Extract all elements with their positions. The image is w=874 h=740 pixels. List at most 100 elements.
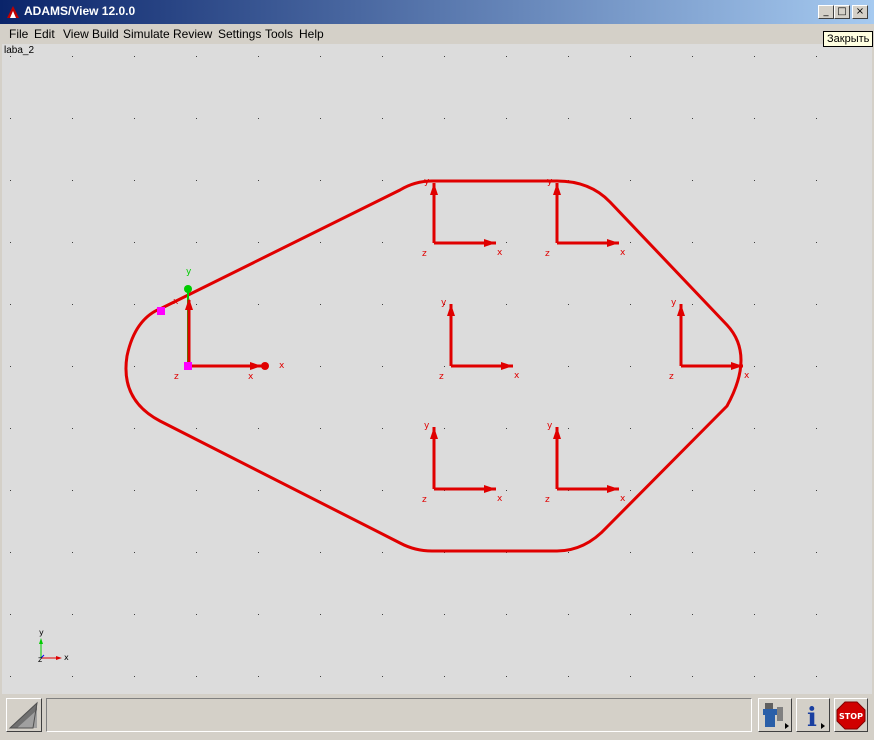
view-triad-y-arrow [39,638,43,644]
marker-top-right-x-arrow [607,239,619,247]
marker-bottom-right-y-label: y [547,421,553,431]
view-triad-x-arrow [56,656,62,660]
grid-dot [444,428,445,429]
stop-button[interactable]: STOP [834,698,868,732]
grid-dot [196,304,197,305]
grid-dot [630,118,631,119]
grid-dot [258,118,259,119]
marker-right-y-arrow [677,304,685,316]
close-button[interactable]: × [852,5,868,19]
grid-dot [196,428,197,429]
menu-settings[interactable]: Settings [218,27,261,41]
grid-dot [568,428,569,429]
grid-dot [72,304,73,305]
grid-dot [630,614,631,615]
grid-dot [134,366,135,367]
grid-dot [568,118,569,119]
grid-dot [320,366,321,367]
grid-dot [258,428,259,429]
menu-review[interactable]: Review [173,27,212,41]
menu-bar: File Edit View Build Simulate Review Set… [0,24,874,44]
grid-dot [692,304,693,305]
grid-dot [382,56,383,57]
hotpoint-x-label: x [173,297,179,307]
marker-right-x-label: x [744,371,750,381]
marker-top-left-x-label: x [497,248,503,258]
adams-logo-button[interactable] [6,698,42,732]
grid-dot [506,56,507,57]
grid-dot [568,552,569,553]
grid-dot [382,490,383,491]
grid-dot [754,490,755,491]
menu-build[interactable]: Build [92,27,119,41]
menu-view[interactable]: View [63,27,89,41]
marker-top-right-y-label: y [547,177,553,187]
grid-dot [382,366,383,367]
grid-dot [196,676,197,677]
grid-dot [10,366,11,367]
info-button[interactable]: i [796,698,830,733]
grid-dot [320,56,321,57]
grid-dot [258,56,259,57]
grid-dot [754,552,755,553]
grid-dot [10,56,11,57]
marker-bottom-right-x-arrow [607,485,619,493]
marker-top-left-y-label: y [424,177,430,187]
grid-dot [692,118,693,119]
grid-dot [258,552,259,553]
grid-dot [258,304,259,305]
graphics-viewport[interactable]: y x z y x z y x z y x z y x z y x z y x x z x y x z [2,44,872,694]
grid-dot [816,304,817,305]
title-bar[interactable]: ADAMS/View 12.0.0 _ □ × [0,0,874,24]
model-scene[interactable]: y x z y x z y x z y x z y x z y x z y x x z x y x z [2,44,872,694]
grid-dot [630,676,631,677]
marker-top-left-x-arrow [484,239,496,247]
grid-dot [754,118,755,119]
view-triad-x-label: x [64,653,69,662]
grid-dot [754,366,755,367]
grid-dot [506,428,507,429]
grid-dot [506,242,507,243]
marker-top-right-y-arrow [553,183,561,195]
maximize-button[interactable]: □ [834,5,850,19]
minimize-button[interactable]: _ [818,5,834,19]
grid-dot [258,490,259,491]
grid-dot [630,304,631,305]
toolbox-icon [763,703,789,729]
grid-dot [630,428,631,429]
grid-dot [816,242,817,243]
grid-dot [320,118,321,119]
grid-dot [754,242,755,243]
view-triad-y-label: y [39,628,44,637]
grid-dot [506,118,507,119]
grid-dot [134,242,135,243]
menu-edit[interactable]: Edit [34,27,55,41]
grid-dot [320,428,321,429]
grid-dot [72,614,73,615]
grid-dot [196,56,197,57]
toolbox-button[interactable] [758,698,792,732]
marker-right-y-label: y [671,298,677,308]
selected-origin-marker [184,362,192,370]
status-bar: i STOP [0,694,874,740]
grid-dot [754,614,755,615]
marker-center-y-arrow [447,304,455,316]
grid-dot [258,614,259,615]
menu-file[interactable]: File [9,27,28,41]
grid-dot [630,242,631,243]
grid-dot [568,56,569,57]
menu-simulate[interactable]: Simulate [123,27,170,41]
grid-dot [444,118,445,119]
grid-dot [444,56,445,57]
menu-tools[interactable]: Tools [265,27,293,41]
marker-bottom-left-x-arrow [484,485,496,493]
grid-dot [630,552,631,553]
selected-y-arrow [185,298,193,310]
grid-dot [320,614,321,615]
grid-dot [196,180,197,181]
grid-dot [320,490,321,491]
marker-top-left-y-arrow [430,183,438,195]
selected-y-label: y [186,267,192,277]
menu-help[interactable]: Help [299,27,324,41]
marker-bottom-left-x-label: x [497,494,503,504]
